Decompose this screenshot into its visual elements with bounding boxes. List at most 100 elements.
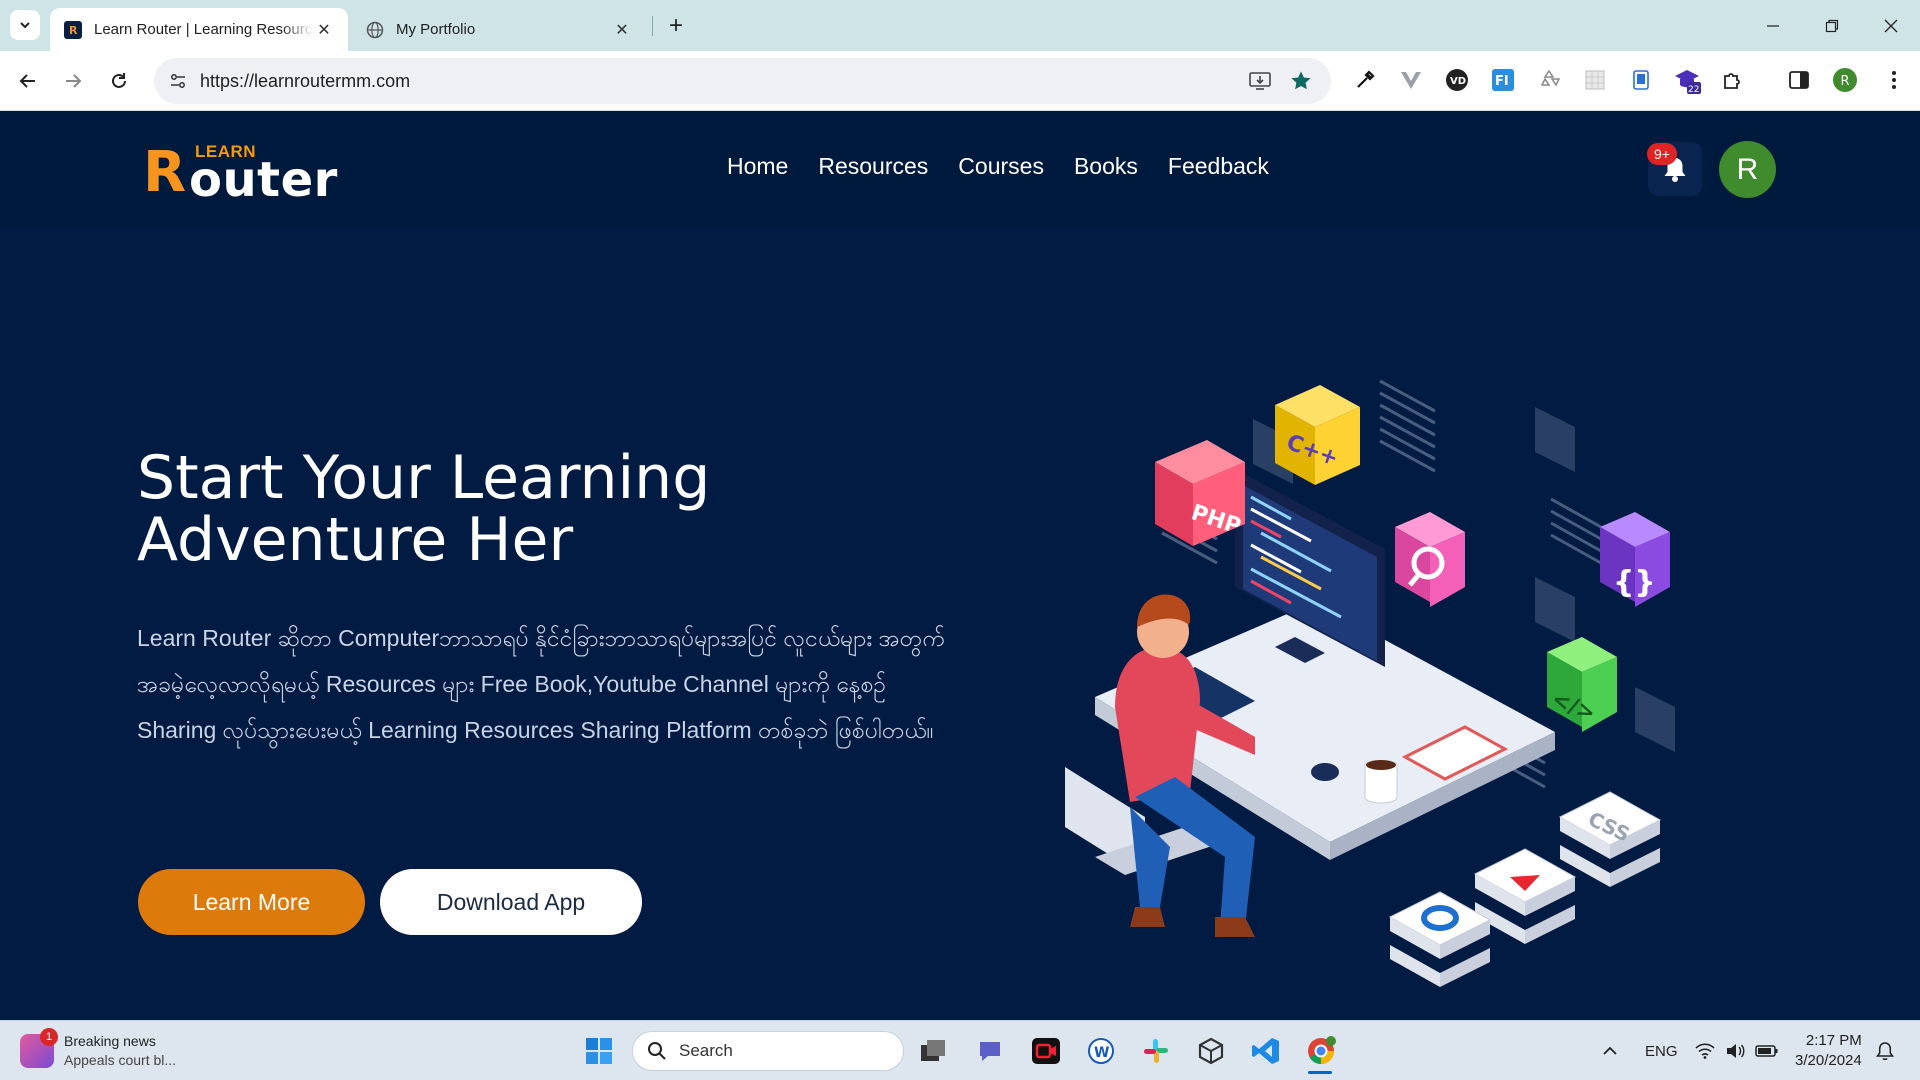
chrome-button[interactable] (1302, 1032, 1340, 1074)
clock-date: 3/20/2024 (1795, 1052, 1862, 1069)
search-label: Search (679, 1041, 733, 1060)
tab-search-button[interactable] (10, 10, 40, 40)
browser-menu-icon[interactable] (1880, 66, 1908, 94)
windows-logo-icon (586, 1038, 612, 1064)
chrome-icon (1308, 1036, 1336, 1065)
user-avatar[interactable]: R (1719, 141, 1776, 198)
back-button[interactable] (12, 65, 44, 97)
document-extension-icon[interactable] (1627, 66, 1655, 94)
site-settings-icon[interactable] (166, 69, 190, 93)
close-tab-icon[interactable]: ✕ (314, 20, 334, 40)
news-title: Breaking news (64, 1033, 156, 1049)
news-badge: 1 (40, 1028, 58, 1046)
url-text[interactable]: https://learnroutermm.com (200, 71, 410, 92)
unity-cube-icon (1198, 1037, 1224, 1065)
restore-button[interactable] (1803, 0, 1861, 51)
windows-taskbar: 1 Breaking news Appeals court bl... Sear… (0, 1020, 1920, 1080)
taskbar-search[interactable]: Search (632, 1031, 904, 1071)
download-app-button[interactable]: Download App (380, 869, 642, 935)
language-indicator[interactable]: ENG (1645, 1021, 1678, 1080)
tray-overflow-button[interactable] (1602, 1021, 1618, 1080)
nav-courses[interactable]: Courses (958, 153, 1044, 180)
address-bar[interactable]: https://learnroutermm.com (154, 58, 1331, 104)
profile-avatar-button[interactable]: R (1831, 66, 1859, 94)
chevron-up-icon (1603, 1046, 1617, 1055)
vd-extension-icon[interactable]: VD (1443, 66, 1471, 94)
reload-button[interactable] (103, 65, 135, 97)
bell-icon (1876, 1042, 1894, 1060)
screen-recorder-button[interactable] (1027, 1032, 1065, 1070)
logo-outer-text: outer (189, 152, 338, 208)
slack-icon (1144, 1039, 1168, 1063)
new-tab-button[interactable]: + (662, 12, 690, 40)
system-tray-status[interactable] (1695, 1021, 1779, 1080)
forward-button[interactable] (57, 65, 89, 97)
extensions-puzzle-icon[interactable] (1719, 66, 1747, 94)
tab-title: My Portfolio (396, 21, 476, 38)
learn-router-logo[interactable]: R LEARN outer (143, 140, 337, 205)
cpp-tile: C++ (1275, 385, 1360, 485)
active-app-indicator (1308, 1071, 1332, 1074)
site-header: R LEARN outer Home Resources Courses Boo… (0, 111, 1920, 227)
eyedropper-extension-icon[interactable] (1351, 66, 1379, 94)
task-view-button[interactable] (914, 1032, 952, 1070)
slack-button[interactable] (1137, 1032, 1175, 1070)
tab-learn-router[interactable]: R Learn Router | Learning Resources ✕ (50, 8, 348, 51)
php-tile: PHP (1155, 440, 1245, 546)
logo-r: R (143, 140, 187, 205)
nav-home[interactable]: Home (727, 153, 788, 180)
arrow-right-icon (66, 74, 82, 88)
task-view-icon (921, 1040, 945, 1061)
nav-resources[interactable]: Resources (818, 153, 928, 180)
volume-icon (1727, 1044, 1745, 1058)
vscode-button[interactable] (1247, 1032, 1285, 1070)
unity-button[interactable] (1192, 1032, 1230, 1070)
notification-count-badge: 9+ (1647, 143, 1677, 165)
word-button[interactable]: W (1082, 1032, 1120, 1070)
svg-text:VD: VD (1450, 76, 1466, 87)
restore-icon (1825, 19, 1839, 32)
close-window-button[interactable] (1862, 0, 1920, 51)
word-icon: W (1088, 1038, 1114, 1064)
vue-devtools-extension-icon[interactable] (1397, 66, 1425, 94)
news-widget[interactable]: 1 Breaking news Appeals court bl... (20, 1028, 176, 1072)
battery-icon (1755, 1045, 1778, 1057)
minimize-button[interactable] (1744, 0, 1802, 51)
news-icon: 1 (20, 1028, 58, 1068)
close-icon (1884, 19, 1898, 32)
profile-initial: R (1841, 74, 1850, 89)
clock-time: 2:17 PM (1805, 1032, 1862, 1049)
browser-toolbar: https://learnroutermm.com VD FI 22 R (0, 51, 1920, 111)
learn-router-favicon-icon: R (64, 20, 82, 39)
tab-title: Learn Router | Learning Resources (94, 21, 314, 38)
wifi-icon (1695, 1043, 1715, 1059)
recorder-icon (1032, 1038, 1060, 1064)
start-button[interactable] (580, 1032, 618, 1070)
nav-feedback[interactable]: Feedback (1168, 153, 1269, 180)
taskbar-clock[interactable]: 2:17 PM 3/20/2024 (1795, 1031, 1862, 1071)
tab-my-portfolio[interactable]: My Portfolio ✕ (352, 8, 646, 51)
bookmark-star-icon[interactable] (1289, 69, 1313, 93)
graduation-extension-icon[interactable]: 22 (1673, 66, 1701, 94)
fi-extension-icon[interactable]: FI (1489, 66, 1517, 94)
teams-chat-button[interactable] (971, 1032, 1009, 1070)
minimize-icon (1767, 24, 1779, 27)
notification-center-button[interactable] (1876, 1021, 1894, 1080)
svg-text:W: W (1094, 1045, 1109, 1061)
recycle-extension-icon[interactable] (1535, 66, 1563, 94)
grid-extension-icon[interactable] (1581, 66, 1609, 94)
side-panel-icon[interactable] (1785, 66, 1813, 94)
tab-separator (652, 16, 653, 36)
programmer-illustration: PHP C++ {} </> CSS (1065, 379, 1675, 987)
code-tile: </> (1547, 637, 1617, 732)
close-tab-icon[interactable]: ✕ (612, 20, 632, 40)
main-nav: Home Resources Courses Books Feedback (727, 153, 1269, 180)
globe-icon (366, 21, 384, 38)
search-icon (648, 1042, 666, 1060)
svg-text:R: R (69, 24, 78, 37)
install-app-icon[interactable] (1248, 69, 1272, 93)
nav-books[interactable]: Books (1074, 153, 1138, 180)
extension-badge: 22 (1688, 85, 1699, 94)
learn-more-button[interactable]: Learn More (138, 869, 365, 935)
vscode-icon (1252, 1038, 1279, 1064)
